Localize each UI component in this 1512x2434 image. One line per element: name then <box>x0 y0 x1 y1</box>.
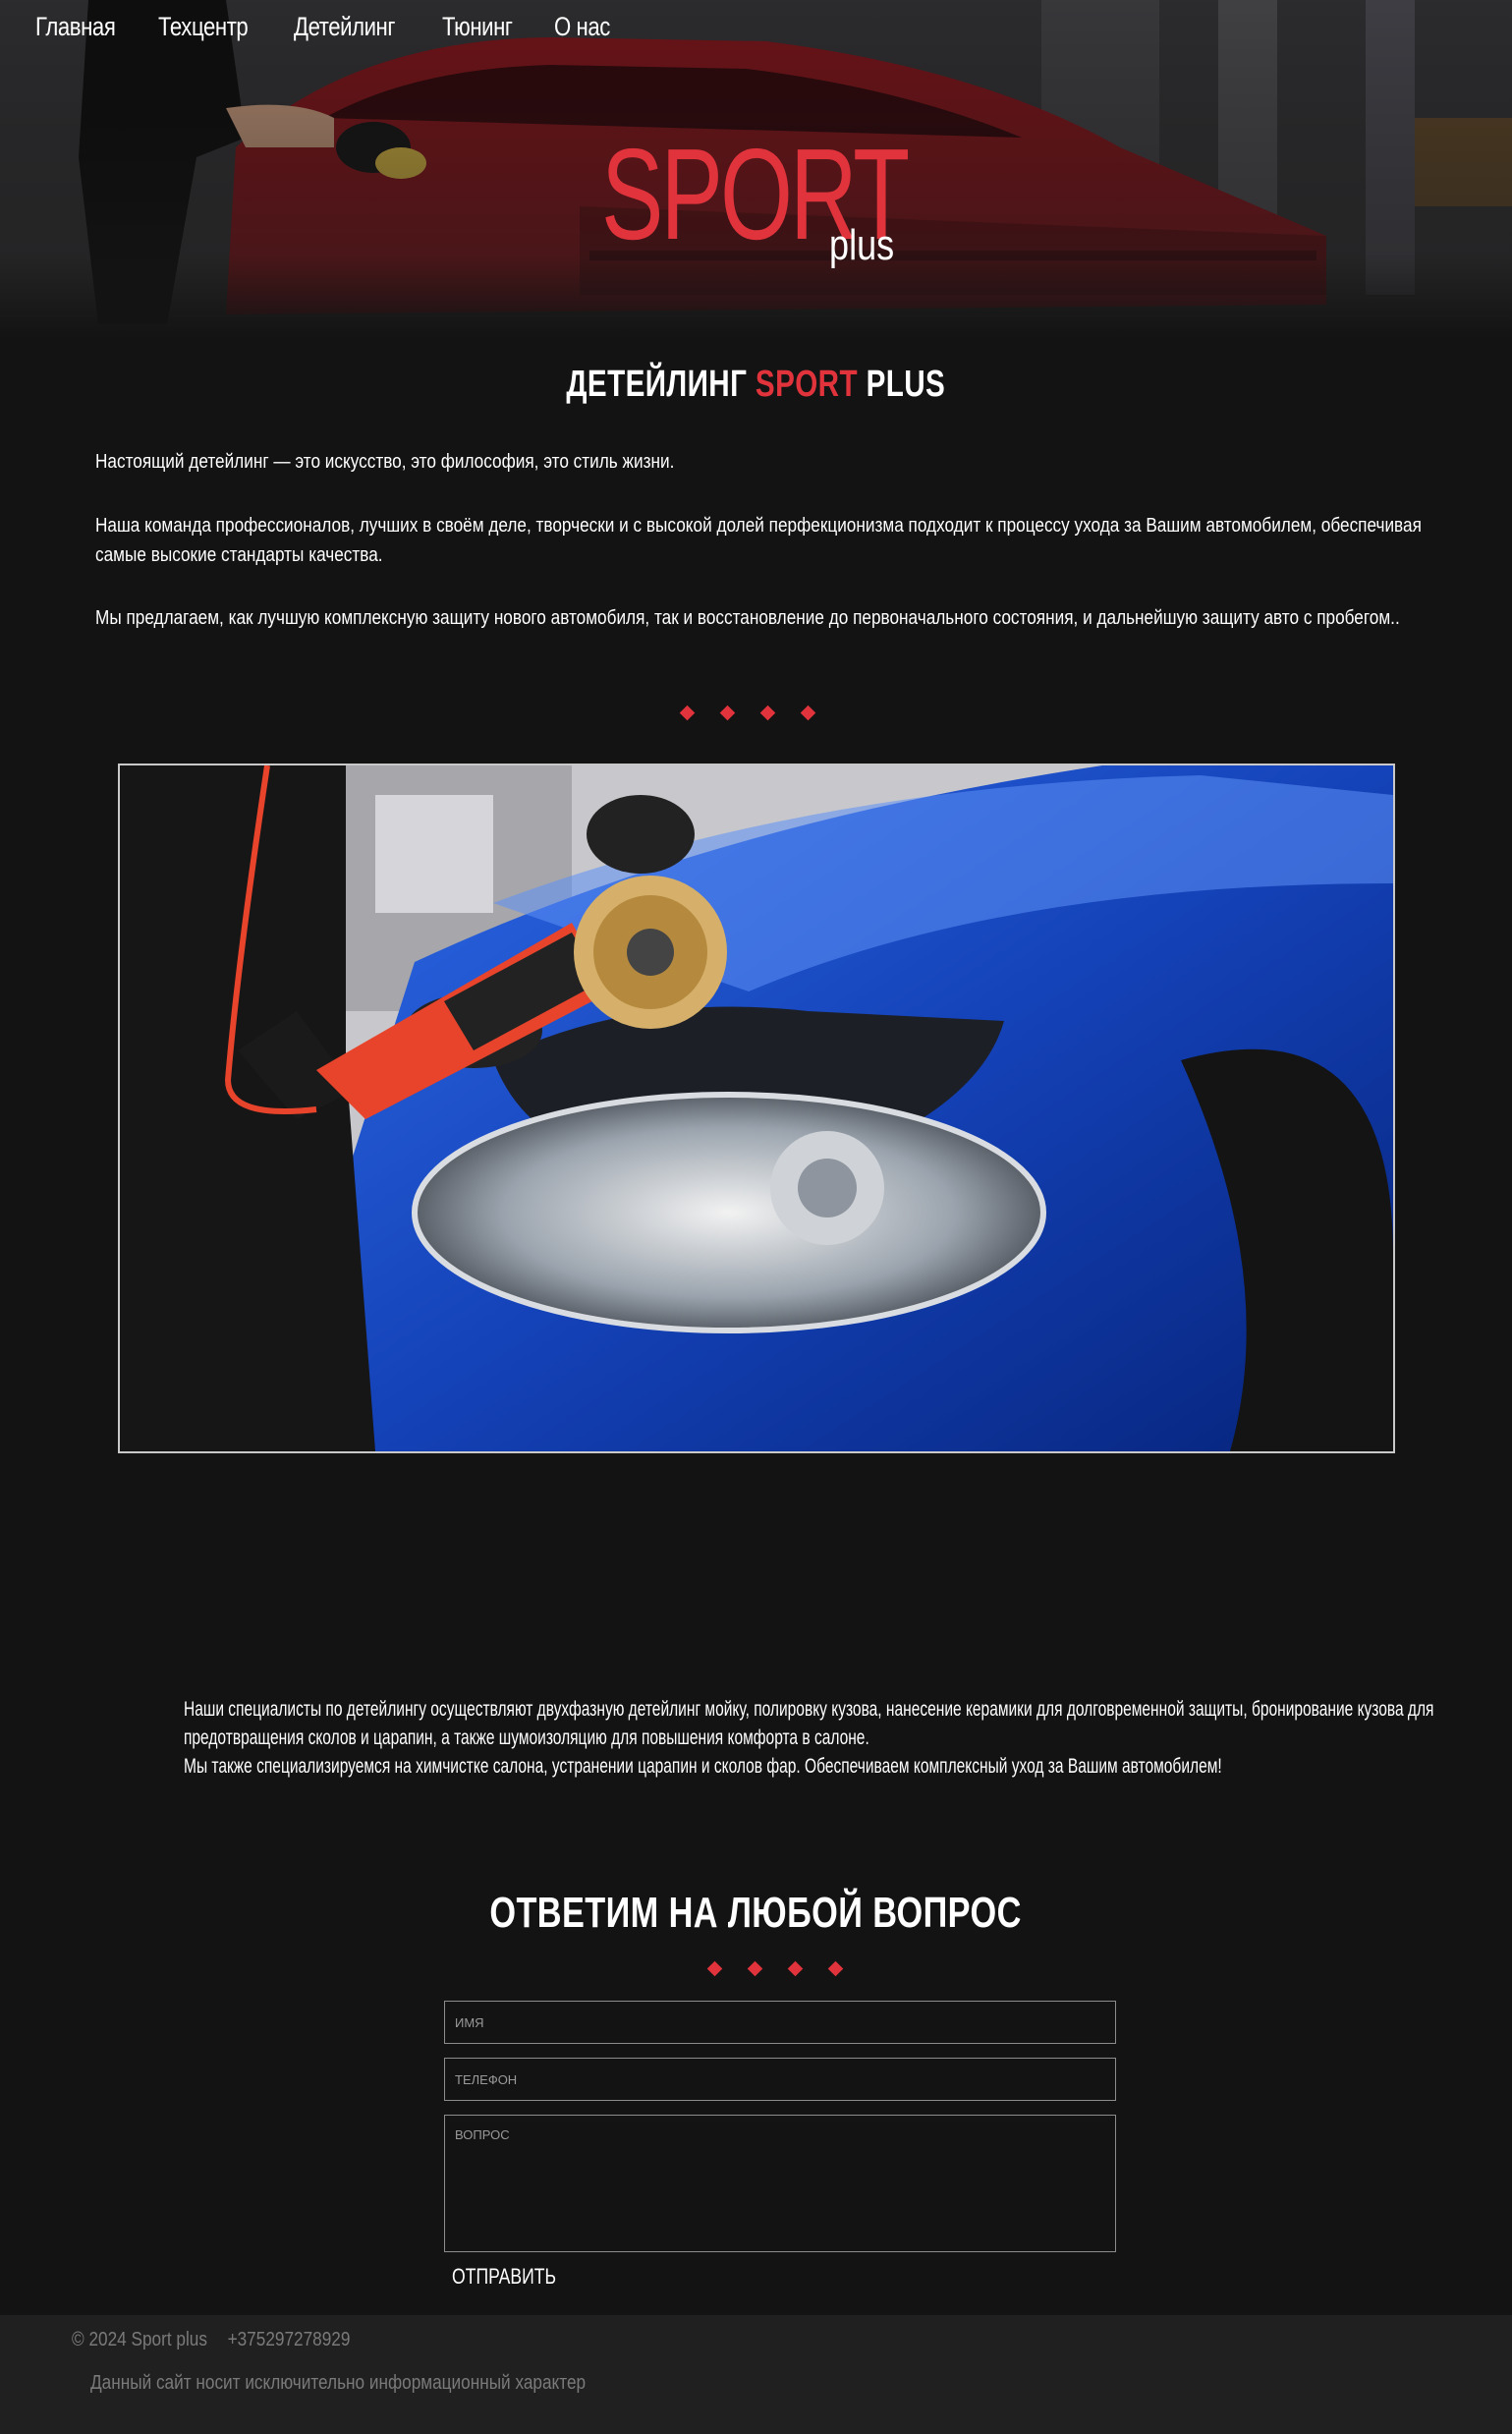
detailing-intro: Настоящий детейлинг — это искусство, это… <box>95 447 1431 477</box>
site-logo: SPORT plus <box>601 130 925 287</box>
main-nav: Главная Техцентр Детейлинг Тюнинг О нас <box>35 12 647 42</box>
phone-input[interactable] <box>444 2058 1116 2101</box>
title-accent: SPORT <box>756 364 859 405</box>
site-footer: © 2024 Sport plus +375297278929 Данный са… <box>0 2315 1512 2434</box>
nav-item-home[interactable]: Главная <box>35 12 116 42</box>
diamond-icon <box>827 1960 844 1977</box>
title-part-2: PLUS <box>858 364 946 405</box>
question-textarea[interactable] <box>444 2115 1116 2252</box>
name-input[interactable] <box>444 2001 1116 2044</box>
diamond-icon <box>747 1960 763 1977</box>
footer-contacts: © 2024 Sport plus +375297278929 <box>72 2329 350 2351</box>
form-divider <box>706 1960 844 1977</box>
diamond-icon <box>679 705 696 721</box>
diamond-icon <box>759 705 776 721</box>
nav-item-techcenter[interactable]: Техцентр <box>158 12 249 42</box>
detailing-team: Наша команда профессионалов, лучших в св… <box>95 511 1431 570</box>
copyright-text: © 2024 Sport plus <box>72 2329 207 2350</box>
polishing-car-image <box>120 765 1393 1451</box>
footer-phone-link[interactable]: +375297278929 <box>228 2329 351 2350</box>
diamond-icon <box>787 1960 804 1977</box>
form-title-text: ОТВЕТИМ НА ЛЮБОЙ ВОПРОС <box>489 1889 1023 1937</box>
services-description: Наши специалисты по детейлингу осуществл… <box>184 1695 1461 1781</box>
services-line-2: Мы также специализируемся на химчистке с… <box>184 1755 1222 1778</box>
paragraph-text: Настоящий детейлинг — это искусство, это… <box>95 451 675 473</box>
diamond-icon <box>706 1960 723 1977</box>
hero-banner: Главная Техцентр Детейлинг Тюнинг О нас … <box>0 0 1512 339</box>
section-divider <box>679 705 816 721</box>
diamond-icon <box>800 705 816 721</box>
detailing-title: ДЕТЕЙЛИНГ SPORT PLUS <box>0 364 1512 406</box>
logo-sub-text: plus <box>829 221 895 269</box>
services-line-1: Наши специалисты по детейлингу осуществл… <box>184 1698 1434 1749</box>
footer-disclaimer: Данный сайт носит исключительно информац… <box>90 2372 587 2394</box>
form-title: ОТВЕТИМ НА ЛЮБОЙ ВОПРОС <box>0 1889 1512 1938</box>
diamond-icon <box>719 705 736 721</box>
title-part-1: ДЕТЕЙЛИНГ <box>566 364 756 405</box>
submit-button[interactable]: ОТПРАВИТЬ <box>452 2264 556 2290</box>
paragraph-text: Мы предлагаем, как лучшую комплексную за… <box>95 607 1400 629</box>
detailing-photo <box>118 764 1395 1453</box>
detailing-offer: Мы предлагаем, как лучшую комплексную за… <box>95 603 1431 633</box>
paragraph-text: Наша команда профессионалов, лучших в св… <box>95 515 1422 566</box>
nav-item-tuning[interactable]: Тюнинг <box>442 12 513 42</box>
nav-item-about[interactable]: О нас <box>554 12 610 42</box>
nav-item-detailing[interactable]: Детейлинг <box>294 12 395 42</box>
